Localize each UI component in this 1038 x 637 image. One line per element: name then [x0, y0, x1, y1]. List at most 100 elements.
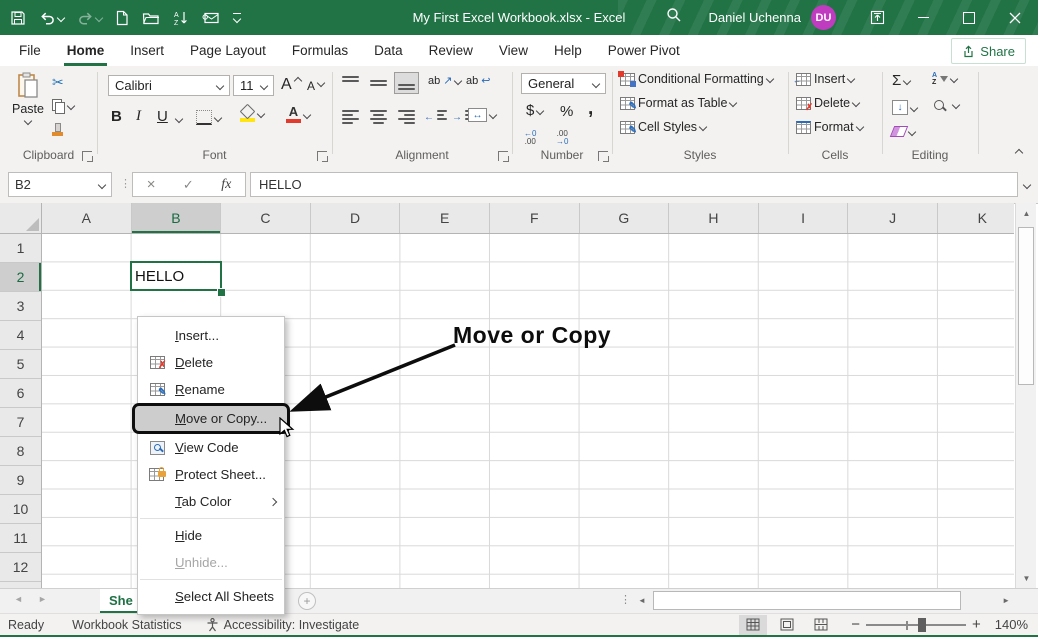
- select-all-corner[interactable]: [0, 203, 42, 234]
- column-header-g[interactable]: G: [580, 203, 670, 233]
- zoom-level[interactable]: 140%: [995, 617, 1028, 632]
- page-break-view-button[interactable]: [807, 615, 835, 635]
- row-header-1[interactable]: 1: [0, 234, 41, 263]
- format-cells-dropdown-icon[interactable]: [855, 123, 863, 131]
- font-color-button[interactable]: A: [286, 106, 310, 123]
- bottom-align-button[interactable]: [394, 72, 419, 94]
- ribbon-display-options-icon[interactable]: [854, 0, 900, 35]
- menu-item-delete[interactable]: ✗ Delete: [138, 349, 284, 376]
- menu-item-select-all-sheets[interactable]: Select All Sheets: [138, 583, 284, 610]
- grow-font-button[interactable]: A: [281, 76, 301, 94]
- tab-power-pivot[interactable]: Power Pivot: [595, 35, 693, 66]
- autosum-button[interactable]: Σ: [892, 72, 910, 89]
- column-header-f[interactable]: F: [490, 203, 580, 233]
- underline-button[interactable]: U: [157, 108, 168, 125]
- font-color-dropdown-icon[interactable]: [303, 110, 311, 118]
- alignment-dialog-launcher[interactable]: [498, 151, 508, 161]
- share-button[interactable]: Share: [951, 38, 1026, 64]
- decrease-decimal-button[interactable]: .00 →0: [556, 130, 568, 146]
- zoom-slider-handle[interactable]: [918, 618, 926, 632]
- row-header-4[interactable]: 4: [0, 321, 41, 350]
- name-box-dropdown-icon[interactable]: [98, 180, 106, 188]
- percent-style-button[interactable]: %: [560, 103, 573, 120]
- tab-formulas[interactable]: Formulas: [279, 35, 361, 66]
- orientation-button[interactable]: ab↗: [428, 74, 461, 87]
- row-header-11[interactable]: 11: [0, 524, 41, 553]
- paste-button[interactable]: Paste: [12, 72, 44, 124]
- merge-center-dropdown-icon[interactable]: [489, 111, 497, 119]
- menu-item-hide[interactable]: Hide: [138, 522, 284, 549]
- customize-qat-icon[interactable]: [233, 13, 241, 22]
- workbook-statistics-button[interactable]: Workbook Statistics: [72, 618, 182, 632]
- comma-style-button[interactable]: ,: [588, 98, 593, 120]
- insert-cells-button[interactable]: ← Insert: [796, 72, 854, 86]
- number-format-combo[interactable]: General: [521, 73, 606, 94]
- sort-filter-dropdown-icon[interactable]: [950, 75, 958, 83]
- cancel-icon[interactable]: ×: [147, 176, 156, 193]
- conditional-formatting-dropdown-icon[interactable]: [766, 75, 774, 83]
- tab-insert[interactable]: Insert: [117, 35, 177, 66]
- maximize-icon[interactable]: [946, 0, 992, 35]
- row-header-12[interactable]: 12: [0, 553, 41, 582]
- align-left-button[interactable]: [342, 110, 359, 124]
- orientation-dropdown-icon[interactable]: [454, 76, 462, 84]
- borders-button[interactable]: [196, 110, 221, 125]
- tab-page-layout[interactable]: Page Layout: [177, 35, 279, 66]
- bold-button[interactable]: B: [111, 108, 122, 125]
- format-as-table-dropdown-icon[interactable]: [729, 99, 737, 107]
- number-dialog-launcher[interactable]: [598, 151, 608, 161]
- tabbar-drag-dots-icon[interactable]: ⋮: [620, 593, 631, 606]
- font-name-combo[interactable]: Calibri: [108, 75, 230, 96]
- center-button[interactable]: [370, 110, 387, 124]
- horizontal-scroll-thumb[interactable]: [653, 591, 961, 610]
- new-sheet-button[interactable]: +: [298, 592, 316, 610]
- find-select-button[interactable]: [934, 100, 959, 110]
- column-header-k[interactable]: K: [938, 203, 1014, 233]
- cell-styles-button[interactable]: ✎ Cell Styles: [620, 120, 706, 134]
- autosum-dropdown-icon[interactable]: [903, 76, 911, 84]
- delete-cells-dropdown-icon[interactable]: [852, 99, 860, 107]
- insert-function-icon[interactable]: fx: [221, 177, 231, 193]
- row-header-5[interactable]: 5: [0, 350, 41, 379]
- copy-dropdown-icon[interactable]: [67, 101, 75, 109]
- row-header-9[interactable]: 9: [0, 466, 41, 495]
- fill-handle[interactable]: [217, 288, 226, 297]
- wrap-text-button[interactable]: ab↩: [466, 74, 490, 87]
- italic-button[interactable]: I: [136, 108, 141, 125]
- conditional-formatting-button[interactable]: Conditional Formatting: [620, 72, 773, 86]
- accessibility-button[interactable]: Accessibility: Investigate: [206, 618, 359, 632]
- clear-dropdown-icon[interactable]: [908, 127, 916, 135]
- cut-button[interactable]: ✂: [52, 74, 64, 91]
- expand-formula-bar-icon[interactable]: [1023, 181, 1031, 189]
- hscroll-right-icon[interactable]: ►: [1002, 596, 1010, 605]
- column-header-b[interactable]: B: [132, 203, 222, 233]
- column-header-i[interactable]: I: [759, 203, 849, 233]
- row-header-3[interactable]: 3: [0, 292, 41, 321]
- row-header-8[interactable]: 8: [0, 437, 41, 466]
- column-header-d[interactable]: D: [311, 203, 401, 233]
- email-icon[interactable]: [202, 11, 220, 25]
- enter-icon[interactable]: ✓: [183, 177, 194, 193]
- zoom-out-button[interactable]: −: [851, 616, 860, 633]
- clipboard-dialog-launcher[interactable]: [82, 151, 92, 161]
- insert-cells-dropdown-icon[interactable]: [847, 75, 855, 83]
- sort-az-icon[interactable]: AZ: [173, 10, 189, 26]
- tab-home[interactable]: Home: [54, 35, 118, 66]
- tab-view[interactable]: View: [486, 35, 541, 66]
- format-cells-button[interactable]: Format: [796, 120, 863, 134]
- zoom-slider[interactable]: [866, 618, 966, 632]
- minimize-icon[interactable]: [900, 0, 946, 35]
- vertical-scrollbar[interactable]: ▲ ▼: [1015, 203, 1036, 588]
- name-box[interactable]: B2: [8, 172, 112, 197]
- normal-view-button[interactable]: [739, 615, 767, 635]
- horizontal-scrollbar[interactable]: ◄ ►: [636, 591, 1014, 611]
- collapse-ribbon-icon[interactable]: [1015, 149, 1023, 157]
- find-select-dropdown-icon[interactable]: [952, 101, 960, 109]
- menu-item-rename[interactable]: ✎ Rename: [138, 376, 284, 403]
- font-size-combo[interactable]: 11: [233, 75, 274, 96]
- sheet-nav-left-icon[interactable]: ◄: [14, 594, 23, 604]
- page-layout-view-button[interactable]: [773, 615, 801, 635]
- hscroll-left-icon[interactable]: ◄: [638, 596, 646, 605]
- scroll-up-icon[interactable]: ▲: [1016, 203, 1037, 223]
- menu-item-tab-color[interactable]: Tab Color: [138, 488, 284, 515]
